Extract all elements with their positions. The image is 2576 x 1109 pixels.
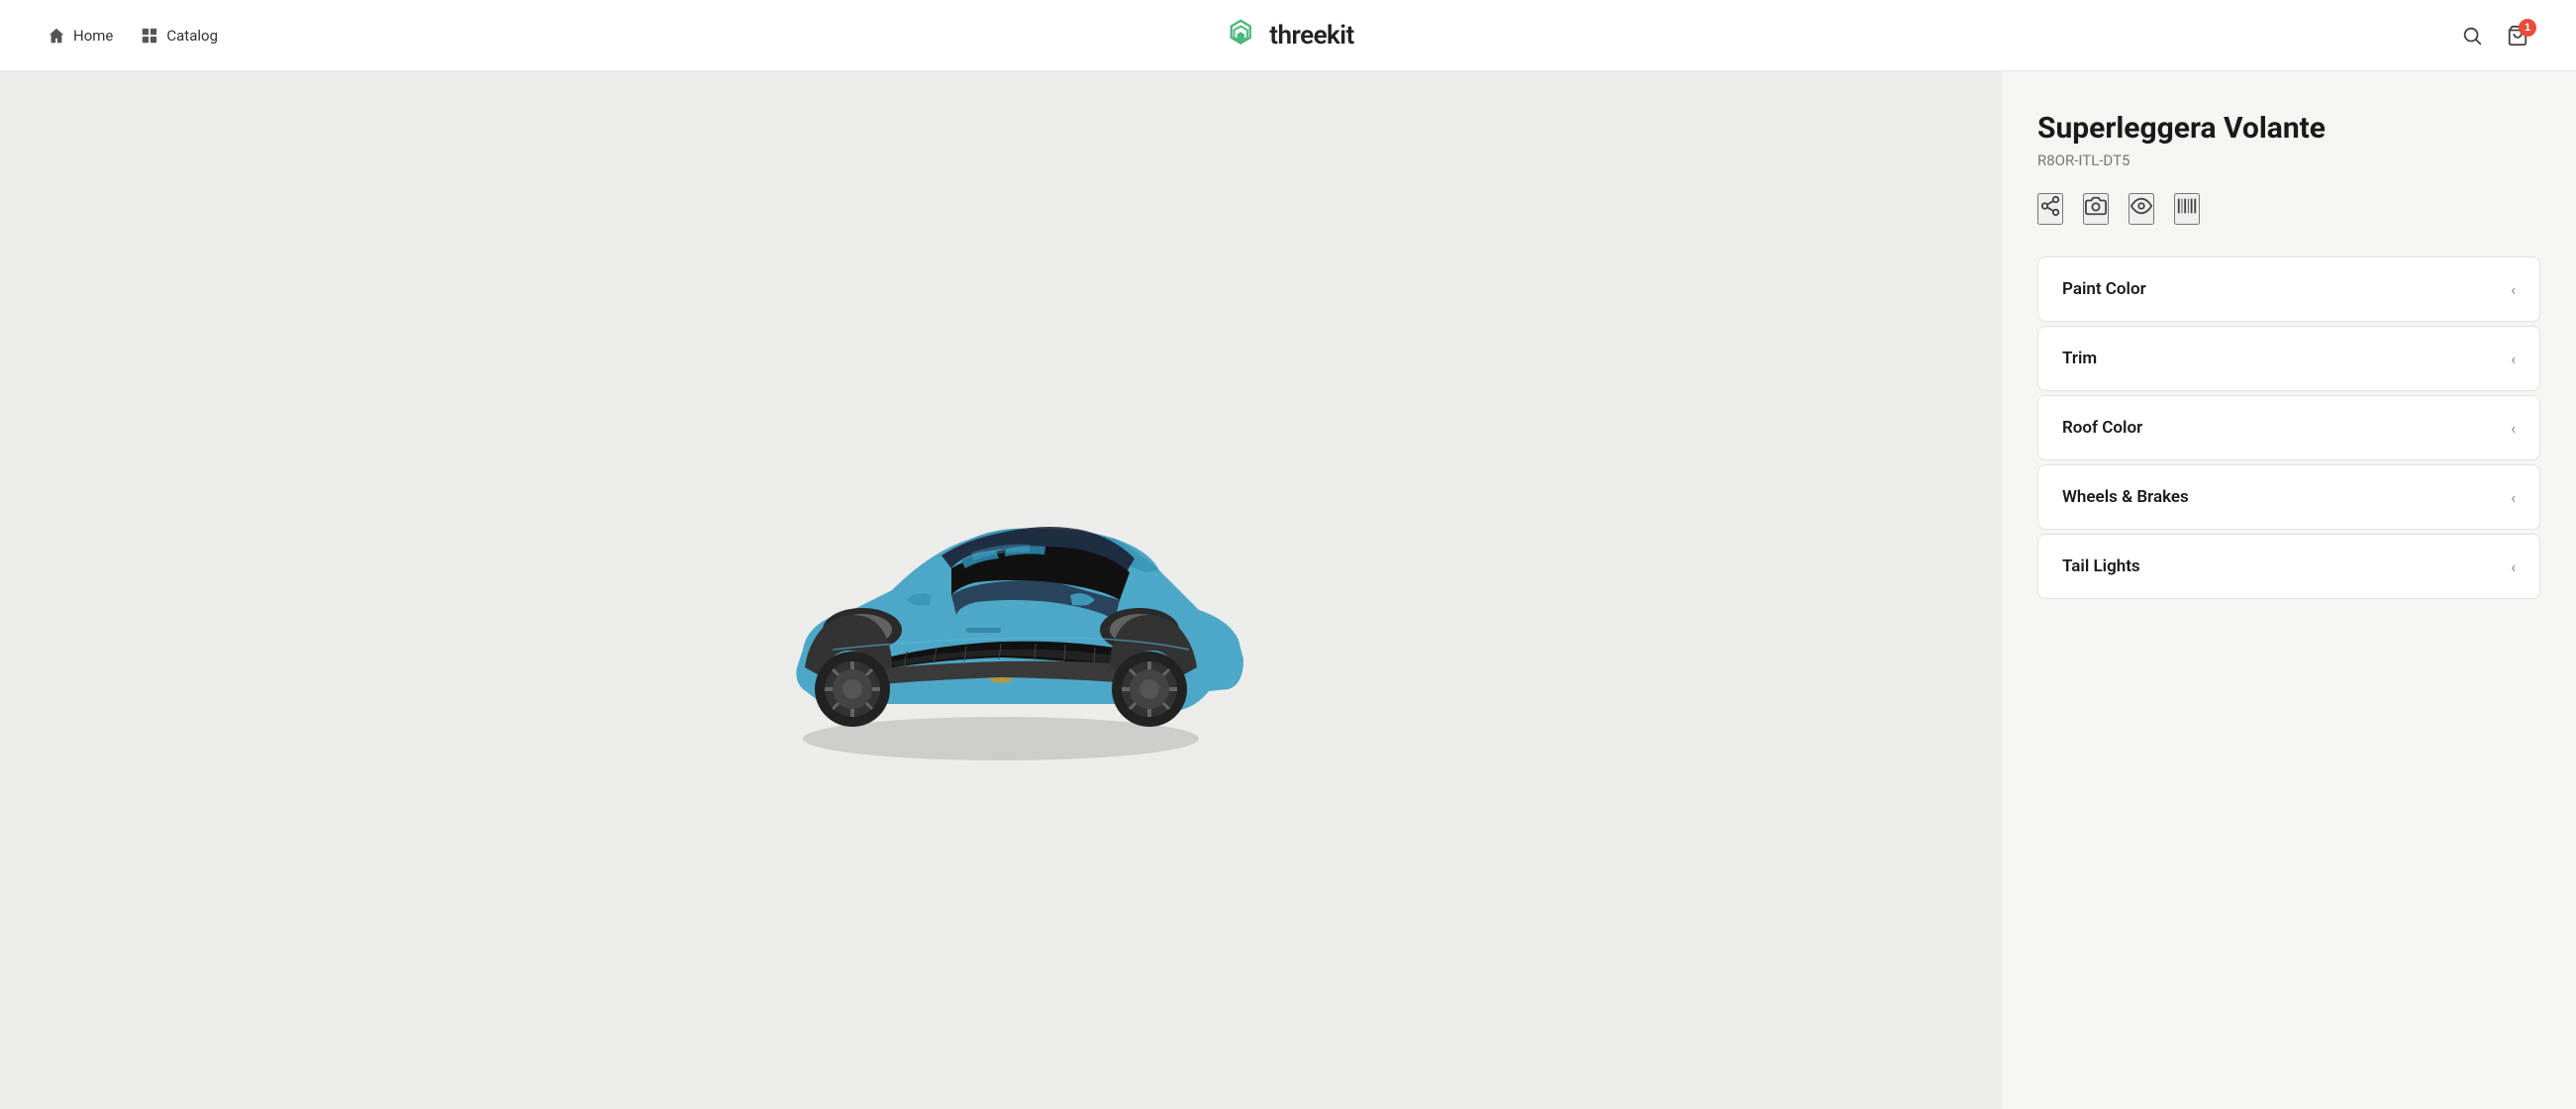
car-3d-view: [743, 382, 1258, 798]
product-sku: R8OR-ITL-DT5: [2037, 151, 2540, 169]
share-button[interactable]: [2037, 193, 2063, 225]
barcode-icon: [2176, 195, 2198, 217]
cart-badge: 1: [2519, 19, 2536, 37]
accordion-roof-color-chevron: ‹: [2511, 419, 2516, 438]
accordion-paint-color-header[interactable]: Paint Color ‹: [2038, 257, 2539, 321]
accordion-wheels-brakes-chevron: ‹: [2511, 488, 2516, 507]
view-button[interactable]: [2129, 193, 2154, 225]
product-title: Superleggera Volante: [2037, 111, 2540, 146]
nav-right: 1: [2461, 25, 2528, 47]
home-icon: [48, 27, 65, 45]
barcode-button[interactable]: [2174, 193, 2200, 225]
nav-home-label: Home: [73, 27, 113, 45]
camera-button[interactable]: [2083, 193, 2109, 225]
accordion-tail-lights: Tail Lights ‹: [2037, 534, 2540, 599]
accordion-paint-color-label: Paint Color: [2062, 279, 2146, 299]
share-icon: [2039, 195, 2061, 217]
accordion-roof-color-label: Roof Color: [2062, 418, 2142, 438]
product-actions: [2037, 193, 2540, 225]
search-button[interactable]: [2461, 25, 2483, 47]
accordion-paint-color-chevron: ‹: [2511, 280, 2516, 299]
accordion-tail-lights-chevron: ‹: [2511, 557, 2516, 576]
search-icon: [2461, 25, 2483, 47]
accordion-tail-lights-header[interactable]: Tail Lights ‹: [2038, 535, 2539, 598]
accordion-paint-color: Paint Color ‹: [2037, 256, 2540, 322]
navbar: Home Catalog threekit: [0, 0, 2576, 71]
accordion-tail-lights-label: Tail Lights: [2062, 556, 2140, 576]
nav-catalog[interactable]: Catalog: [141, 27, 218, 45]
eye-icon: [2130, 195, 2152, 217]
camera-icon: [2085, 195, 2107, 217]
nav-logo: threekit: [1222, 17, 1354, 54]
accordion-list: Paint Color ‹ Trim ‹ Roof Color ‹ Wheels…: [2037, 256, 2540, 599]
brand-name: threekit: [1269, 21, 1354, 50]
accordion-trim-label: Trim: [2062, 349, 2097, 368]
accordion-roof-color-header[interactable]: Roof Color ‹: [2038, 396, 2539, 459]
threekit-logo-icon: [1222, 17, 1259, 54]
car-illustration: [743, 412, 1258, 768]
accordion-trim-header[interactable]: Trim ‹: [2038, 327, 2539, 390]
right-panel: Superleggera Volante R8OR-ITL-DT5: [2002, 71, 2576, 1109]
accordion-trim-chevron: ‹: [2511, 350, 2516, 368]
nav-home[interactable]: Home: [48, 27, 113, 45]
cart-button[interactable]: 1: [2507, 25, 2528, 47]
accordion-wheels-brakes: Wheels & Brakes ‹: [2037, 464, 2540, 530]
accordion-roof-color: Roof Color ‹: [2037, 395, 2540, 460]
catalog-icon: [141, 27, 158, 45]
nav-catalog-label: Catalog: [166, 27, 218, 45]
nav-left: Home Catalog: [48, 27, 218, 45]
car-viewer: [0, 71, 2002, 1109]
accordion-wheels-brakes-header[interactable]: Wheels & Brakes ‹: [2038, 465, 2539, 529]
accordion-trim: Trim ‹: [2037, 326, 2540, 391]
accordion-wheels-brakes-label: Wheels & Brakes: [2062, 487, 2189, 507]
main-content: Superleggera Volante R8OR-ITL-DT5: [0, 71, 2576, 1109]
